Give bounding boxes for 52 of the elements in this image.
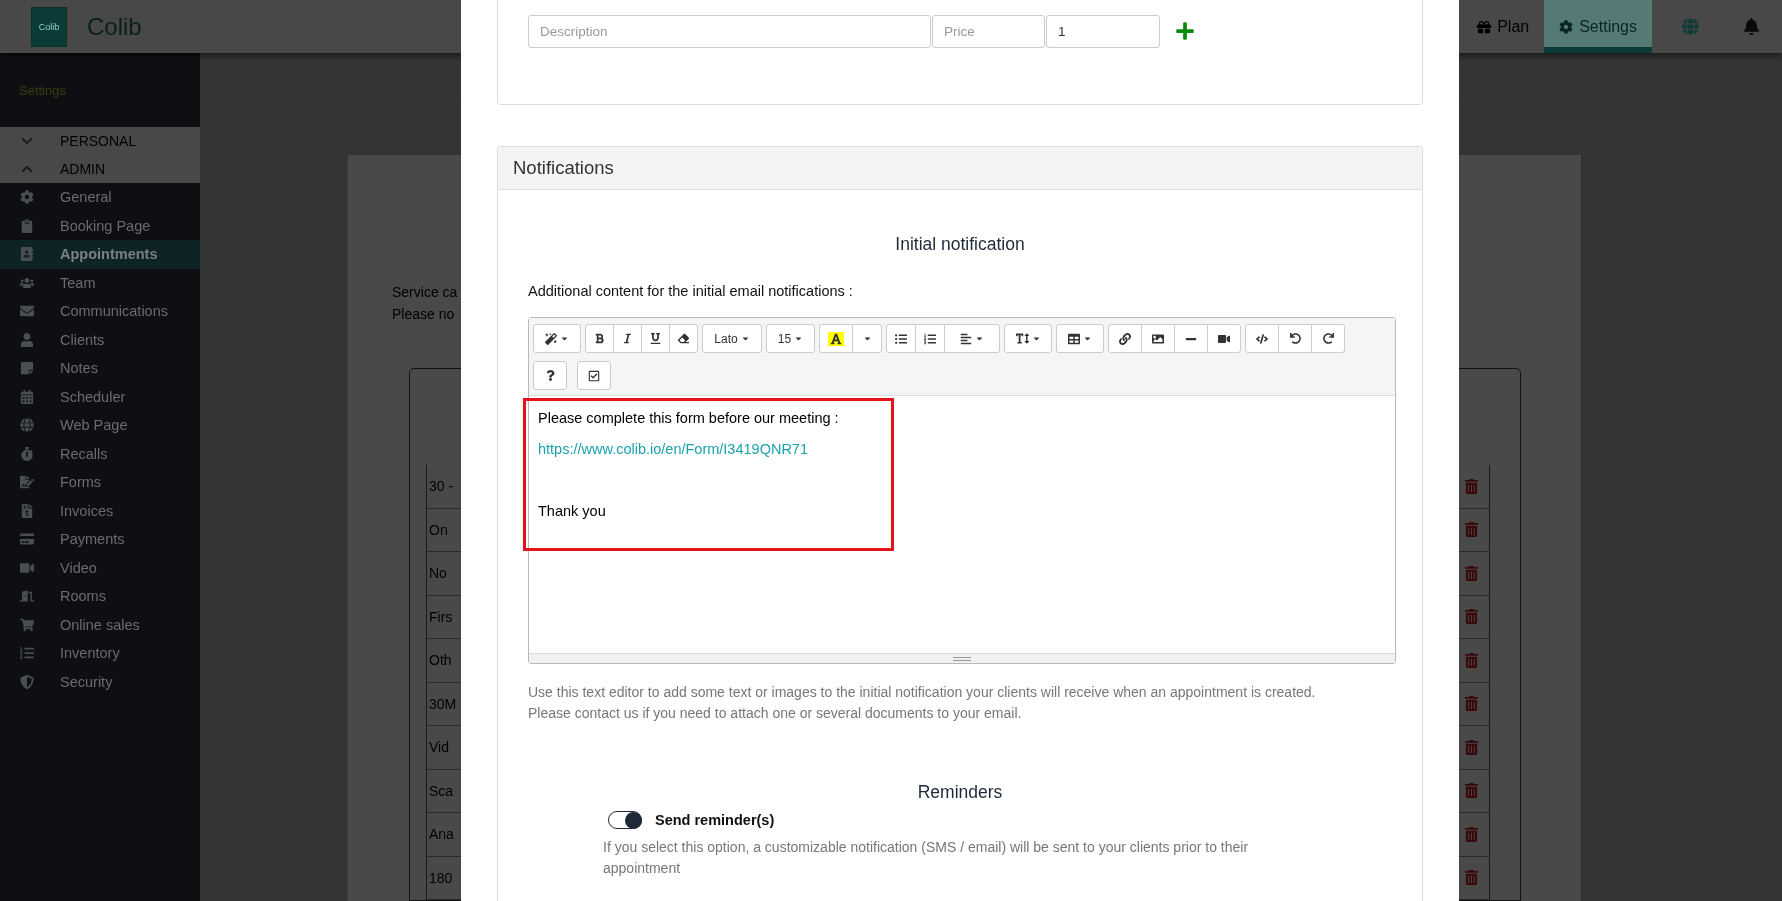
price-field[interactable]: Price [932, 15, 1045, 48]
sidebar-section[interactable]: PERSONAL [0, 127, 200, 155]
editor-text: Thank you [538, 503, 606, 519]
sidebar-item[interactable]: Online sales [0, 610, 200, 639]
font-dropdown[interactable]: Lato [702, 324, 762, 353]
sidebar-section[interactable]: ADMIN [0, 155, 200, 183]
sidebar-item[interactable]: Scheduler [0, 382, 200, 411]
size-dropdown[interactable]: 15 [766, 324, 815, 353]
sidebar-item[interactable]: Notes [0, 354, 200, 383]
field-label: Additional content for the initial email notifications : [528, 283, 854, 299]
logo[interactable]: Colib [31, 6, 67, 47]
quantity-field[interactable]: 1 [1046, 15, 1160, 48]
sidebar-item[interactable]: Appointments [0, 240, 200, 269]
section-heading: Reminders [916, 782, 1004, 803]
sidebar-item[interactable]: Recalls [0, 439, 200, 468]
help-text: Use this text editor to add some text or images to the initial notification your clients will receive when an appointment is created. [528, 683, 1317, 702]
sidebar-item[interactable]: Invoices [0, 496, 200, 525]
intro-text: Service ca [392, 283, 458, 302]
table-cell: 180 [429, 869, 453, 886]
nav-tab[interactable]: Plan [1462, 0, 1545, 53]
table-cell: Oth [429, 652, 452, 669]
sidebar-item[interactable]: Forms [0, 468, 200, 497]
table-cell: 30 - [429, 478, 454, 495]
editor-text: Please complete this form before our meeting : [538, 410, 839, 426]
intro-text: Please no [392, 305, 455, 324]
sidebar-item[interactable]: Communications [0, 297, 200, 326]
sidebar-item[interactable]: Video [0, 553, 200, 582]
table-cell: Vid [429, 739, 449, 756]
toggle-label: Send reminder(s) [655, 812, 775, 828]
form-link[interactable]: https://www.colib.io/en/Form/I3419QNR71 [538, 441, 808, 457]
sidebar-item[interactable]: Booking Page [0, 211, 200, 240]
table-cell: Sca [429, 782, 454, 799]
sidebar-item[interactable]: Payments [0, 525, 200, 554]
table-cell: On [429, 521, 448, 538]
sidebar-item[interactable]: Inventory [0, 639, 200, 668]
sidebar-item[interactable]: Security [0, 667, 200, 696]
help-text: If you select this option, a customizable notification (SMS / email) will be sent to your clients prior to their appointment [603, 838, 1250, 878]
description-field[interactable]: Description [528, 15, 931, 48]
table-cell: No [429, 565, 447, 582]
sidebar-item[interactable]: Clients [0, 325, 200, 354]
sidebar-item[interactable]: General [0, 183, 200, 212]
section-heading: Initial notification [894, 234, 1026, 255]
nav-tab[interactable]: Settings [1544, 0, 1652, 53]
table-cell: Ana [429, 826, 454, 843]
panel-title: Notifications [513, 157, 614, 179]
table-cell: 30M [429, 695, 457, 712]
help-text: Please contact us if you need to attach one or several documents to your email. [528, 704, 1023, 723]
table-cell: Firs [429, 608, 453, 625]
brand-name: Colib [87, 12, 142, 41]
sidebar-item[interactable]: Web Page [0, 411, 200, 440]
sidebar-item[interactable]: Team [0, 268, 200, 297]
sidebar-item[interactable]: Rooms [0, 582, 200, 611]
